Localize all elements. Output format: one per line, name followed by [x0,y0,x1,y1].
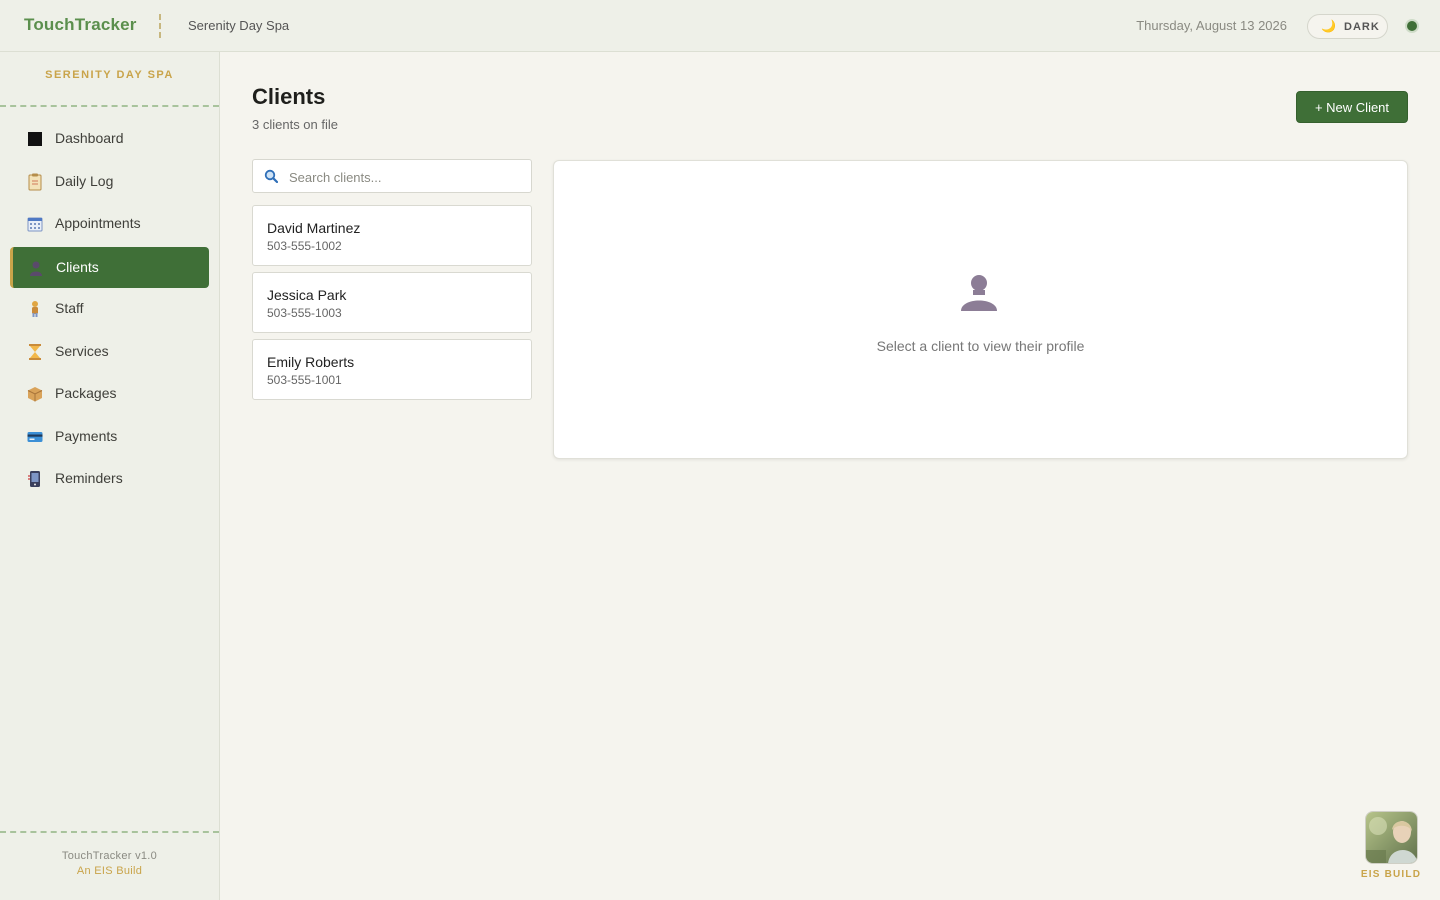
sidebar-item-label: Reminders [55,470,123,486]
clipboard-icon [26,173,44,191]
sidebar-item-label: Appointments [55,215,141,231]
sidebar-item-label: Staff [55,300,84,316]
sidebar-item-label: Packages [55,385,117,401]
spa-name: Serenity Day Spa [188,18,290,33]
sidebar-item-dashboard[interactable]: Dashboard [10,118,209,159]
sidebar-item-payments[interactable]: Payments [10,416,209,457]
sidebar-item-daily-log[interactable]: Daily Log [10,161,209,202]
person-icon [27,259,45,277]
package-icon [26,385,44,403]
page-title: Clients [252,84,326,109]
calendar-icon [26,215,44,233]
client-phone: 503-555-1003 [267,306,342,320]
app-version: TouchTracker v1.0 [61,850,158,862]
eis-badge-image [1366,812,1417,863]
client-phone: 503-555-1001 [267,373,342,387]
status-indicator [1407,21,1417,31]
staff-icon [26,300,44,318]
dark-mode-toggle[interactable]: 🌙 DARK [1307,14,1388,39]
sidebar-item-services[interactable]: Services [10,331,209,372]
search-box[interactable] [252,159,532,193]
client-name: Jessica Park [267,287,347,303]
sidebar-divider-top [0,105,219,107]
sidebar-item-label: Daily Log [55,173,114,189]
new-client-button[interactable]: + New Client [1296,91,1408,123]
phone-icon [26,470,44,488]
sidebar-item-clients[interactable]: Clients [10,247,209,288]
sidebar-title: SERENITY DAY SPA [45,69,174,81]
brand-logo[interactable]: TouchTracker [24,15,137,35]
search-icon [264,169,278,183]
sidebar-divider-bottom [0,831,219,833]
client-profile-panel: Select a client to view their profile [553,160,1408,459]
client-name: David Martinez [267,220,361,236]
eis-build-label: EIS BUILD [1360,869,1422,880]
sidebar-item-reminders[interactable]: Reminders [10,458,209,499]
credit-card-icon [26,428,44,446]
top-bar: TouchTracker Serenity Day Spa Thursday, … [0,0,1440,52]
sidebar-item-staff[interactable]: Staff [10,288,209,329]
sidebar: SERENITY DAY SPA Dashboard Daily Log App… [0,52,220,900]
search-input[interactable] [289,167,519,187]
client-count: 3 clients on file [252,117,338,132]
client-name: Emily Roberts [267,354,355,370]
person-silhouette-icon [961,275,997,311]
sidebar-item-packages[interactable]: Packages [10,373,209,414]
sidebar-item-label: Clients [56,259,99,275]
current-date: Thursday, August 13 2026 [1136,18,1287,33]
client-card[interactable]: Emily Roberts 503-555-1001 [252,339,532,400]
eis-build-badge[interactable] [1365,811,1418,864]
header-divider [159,14,161,38]
client-card[interactable]: Jessica Park 503-555-1003 [252,272,532,333]
hourglass-icon [26,343,44,361]
build-credit: An EIS Build [76,865,143,877]
square-icon [26,130,44,148]
sidebar-item-appointments[interactable]: Appointments [10,203,209,244]
sidebar-item-label: Services [55,343,109,359]
client-card[interactable]: David Martinez 503-555-1002 [252,205,532,266]
client-phone: 503-555-1002 [267,239,342,253]
sidebar-item-label: Payments [55,428,118,444]
dark-mode-label: DARK [1344,21,1380,33]
moon-icon: 🌙 [1321,19,1336,33]
sidebar-item-label: Dashboard [55,130,124,146]
empty-state-message: Select a client to view their profile [876,338,1085,354]
